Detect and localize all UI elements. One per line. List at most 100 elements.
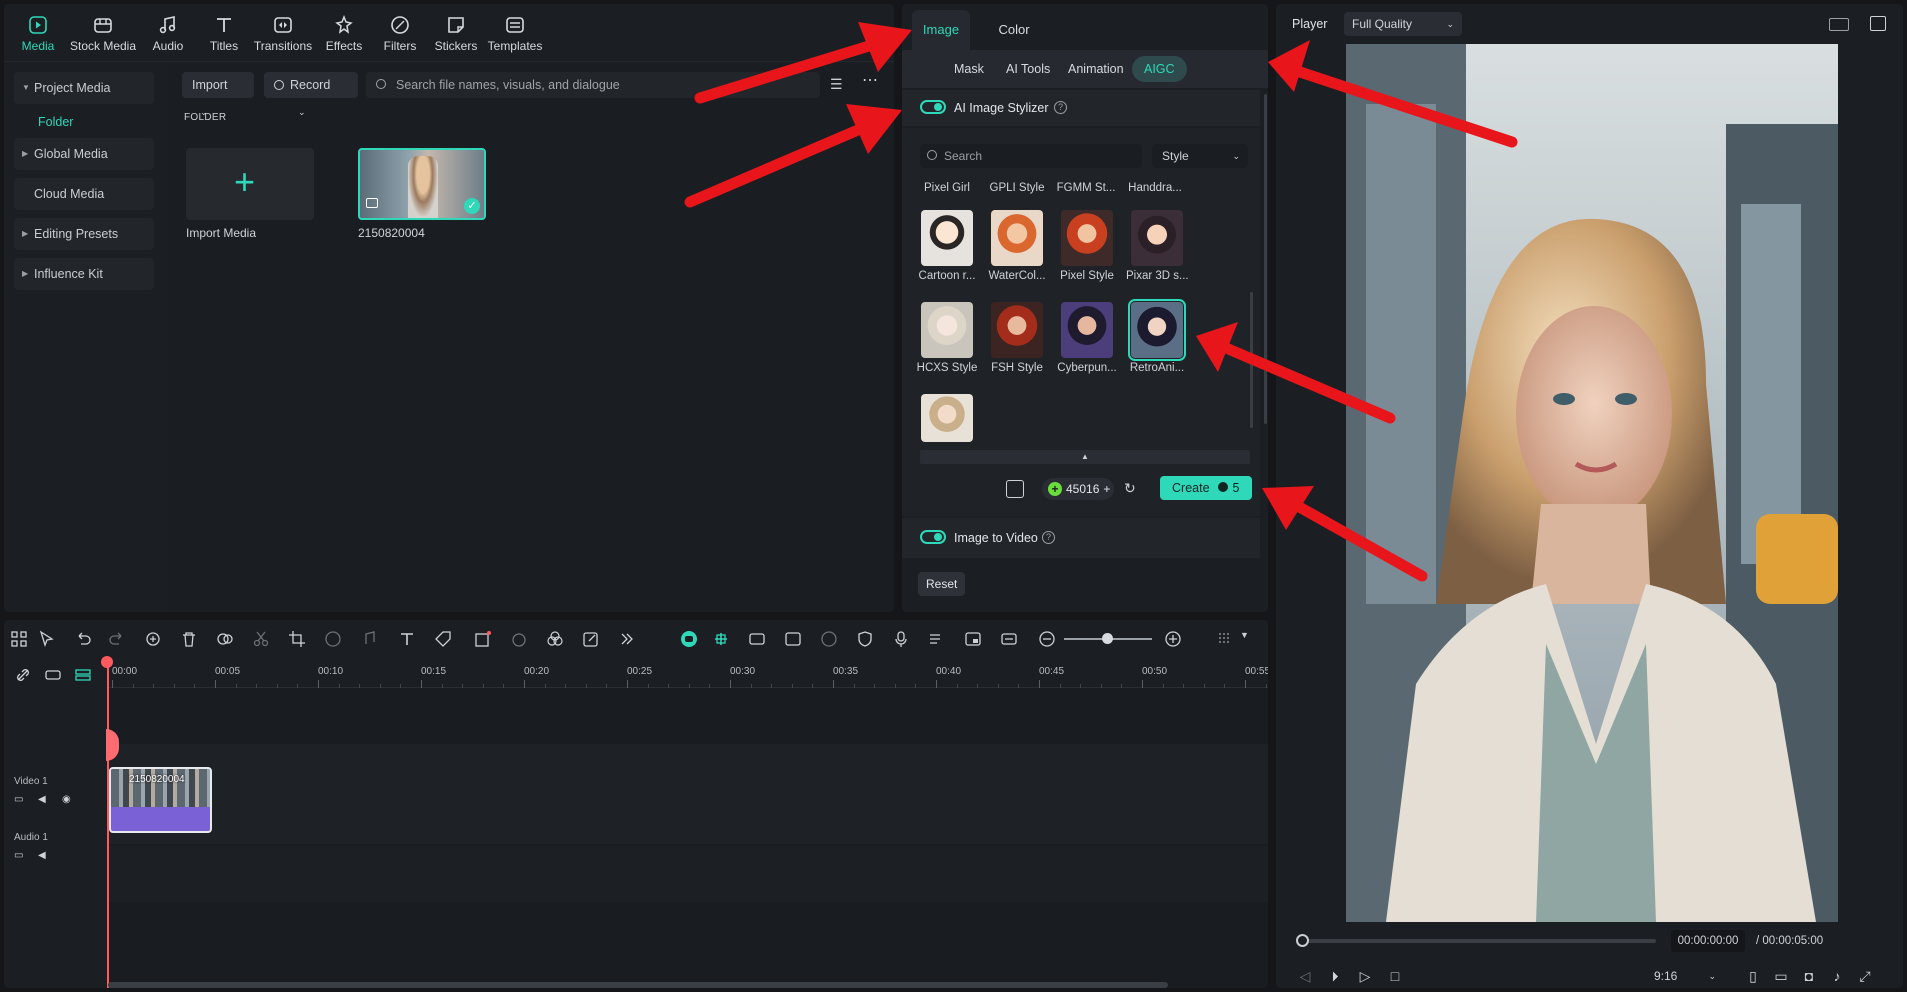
tool-audio[interactable]: Audio <box>138 10 198 58</box>
nav-cloud-media[interactable]: Cloud Media <box>14 178 154 210</box>
redo-icon[interactable] <box>108 630 126 648</box>
video-preview[interactable] <box>1346 44 1838 922</box>
nav-global-media[interactable]: ▶ Global Media <box>14 138 154 170</box>
display-icon[interactable]: ▭ <box>1772 967 1790 985</box>
mark-icon[interactable]: ▯ <box>1744 967 1762 985</box>
render-icon[interactable] <box>784 630 802 648</box>
audio-track-row[interactable] <box>108 846 1268 902</box>
collapse-button[interactable]: ▲ <box>920 450 1250 464</box>
style-caption-pixel-girl[interactable]: Pixel Girl <box>912 182 982 194</box>
select-tool-icon[interactable] <box>38 630 56 648</box>
style-watercolor[interactable]: WaterCol... <box>986 210 1048 282</box>
speed-icon[interactable] <box>324 630 342 648</box>
playhead-line[interactable] <box>107 664 109 988</box>
cut-icon[interactable] <box>252 630 270 648</box>
media-clip-thumbnail[interactable]: ✓ <box>358 148 486 220</box>
timer-icon[interactable] <box>510 630 528 648</box>
detach-icon[interactable] <box>216 630 234 648</box>
style-more[interactable] <box>916 394 978 446</box>
subtab-aigc[interactable]: AIGC <box>1132 56 1187 82</box>
style-grid-scrollbar[interactable] <box>1250 292 1253 428</box>
zoom-in-icon[interactable] <box>1164 630 1182 648</box>
stop-icon[interactable]: □ <box>1386 967 1404 985</box>
more-options-icon[interactable]: ⋯ <box>862 70 880 89</box>
tool-stock-media[interactable]: Stock Media <box>68 10 138 58</box>
zoom-out-icon[interactable] <box>1038 630 1056 648</box>
quality-select[interactable]: Full Quality ⌄ <box>1344 12 1462 36</box>
step-back-icon[interactable]: ⏵ <box>1326 967 1344 985</box>
tab-color[interactable]: Color <box>986 10 1042 50</box>
folder-icon[interactable]: ▭ <box>14 850 26 862</box>
color-icon[interactable] <box>546 630 564 648</box>
tab-image[interactable]: Image <box>912 10 970 50</box>
filter-icon[interactable]: ☰ <box>830 76 848 94</box>
record-dropdown[interactable]: Record ⌄ <box>264 72 358 117</box>
help-icon[interactable]: ? <box>1054 101 1067 114</box>
playback-progress-handle[interactable] <box>1296 934 1309 947</box>
tool-media[interactable]: Media <box>8 10 68 58</box>
chevron-down-icon[interactable]: ▼ <box>1240 630 1258 648</box>
more-tools-icon[interactable] <box>618 630 636 648</box>
help-icon[interactable]: ? <box>1042 531 1055 544</box>
layout-icon[interactable] <box>1829 18 1849 31</box>
playback-progress-track[interactable] <box>1304 939 1656 943</box>
style-fsh[interactable]: FSH Style <box>986 302 1048 374</box>
zoom-slider-handle[interactable] <box>1102 633 1113 644</box>
refresh-icon[interactable]: ↻ <box>1124 480 1140 496</box>
style-pixar-3d[interactable]: Pixar 3D s... <box>1126 210 1188 282</box>
pip-icon[interactable] <box>964 630 982 648</box>
stabilize-icon[interactable] <box>820 630 838 648</box>
tool-transitions[interactable]: Transitions <box>250 10 316 58</box>
volume-icon[interactable]: ♪ <box>1828 967 1846 985</box>
delete-icon[interactable] <box>180 630 198 648</box>
tool-titles[interactable]: Titles <box>194 10 254 58</box>
undo-icon[interactable] <box>74 630 92 648</box>
previous-frame-icon[interactable]: ◁ <box>1296 967 1314 985</box>
stylizer-toggle[interactable] <box>920 100 946 114</box>
subtab-animation[interactable]: Animation <box>1056 56 1136 82</box>
style-search-input[interactable]: Search <box>920 144 1142 168</box>
add-track-icon[interactable] <box>44 666 62 684</box>
timeline-ruler[interactable]: 00:00 00:05 00:10 00:15 00:20 00:25 00:30 00:35… <box>108 658 1268 688</box>
text-icon[interactable] <box>398 630 416 648</box>
play-icon[interactable]: ▷ <box>1356 967 1374 985</box>
style-select[interactable]: Style ⌄ <box>1152 144 1248 168</box>
media-search-input[interactable]: Search file names, visuals, and dialogue <box>366 72 820 98</box>
ai-tool-icon[interactable] <box>144 630 162 648</box>
scene-detect-icon[interactable] <box>748 630 766 648</box>
playhead-handle[interactable] <box>101 656 113 668</box>
import-media-tile[interactable]: + <box>186 148 314 220</box>
style-caption-fgmm[interactable]: FGMM St... <box>1051 182 1121 194</box>
video-track-row[interactable] <box>108 744 1268 844</box>
shape-icon[interactable] <box>474 630 492 648</box>
style-caption-gpli[interactable]: GPLI Style <box>982 182 1052 194</box>
nav-project-media[interactable]: ▼ Project Media <box>14 72 154 104</box>
link-icon[interactable] <box>14 666 32 684</box>
tag-icon[interactable] <box>434 630 452 648</box>
fullscreen-icon[interactable]: ⤢ <box>1856 967 1874 985</box>
subtab-ai-tools[interactable]: AI Tools <box>994 56 1062 82</box>
layout-options-icon[interactable] <box>1216 630 1234 648</box>
track-manager-icon[interactable] <box>74 666 92 684</box>
tool-stickers[interactable]: Stickers <box>426 10 486 58</box>
voiceover-icon[interactable] <box>928 630 946 648</box>
camera-icon[interactable]: ◘ <box>1800 967 1818 985</box>
tool-templates[interactable]: Templates <box>482 10 548 58</box>
speaker-icon[interactable]: ◀ <box>38 794 50 806</box>
subtab-mask[interactable]: Mask <box>942 56 996 82</box>
style-pixel[interactable]: Pixel Style <box>1056 210 1118 282</box>
style-cyberpunk[interactable]: Cyberpun... <box>1056 302 1118 374</box>
crop-icon[interactable] <box>288 630 306 648</box>
tool-filters[interactable]: Filters <box>370 10 430 58</box>
snap-icon[interactable] <box>712 630 730 648</box>
ai-copilot-icon[interactable] <box>680 630 698 648</box>
grid-icon[interactable] <box>10 630 28 648</box>
image-to-video-toggle[interactable] <box>920 530 946 544</box>
nav-influence-kit[interactable]: ▶ Influence Kit <box>14 258 154 290</box>
eye-icon[interactable]: ◉ <box>62 794 74 806</box>
folder-icon[interactable]: ▭ <box>14 794 26 806</box>
nav-folder[interactable]: Folder <box>14 106 154 138</box>
fit-icon[interactable] <box>1000 630 1018 648</box>
shield-icon[interactable] <box>856 630 874 648</box>
style-retro-anime[interactable]: RetroAni... <box>1126 299 1188 374</box>
